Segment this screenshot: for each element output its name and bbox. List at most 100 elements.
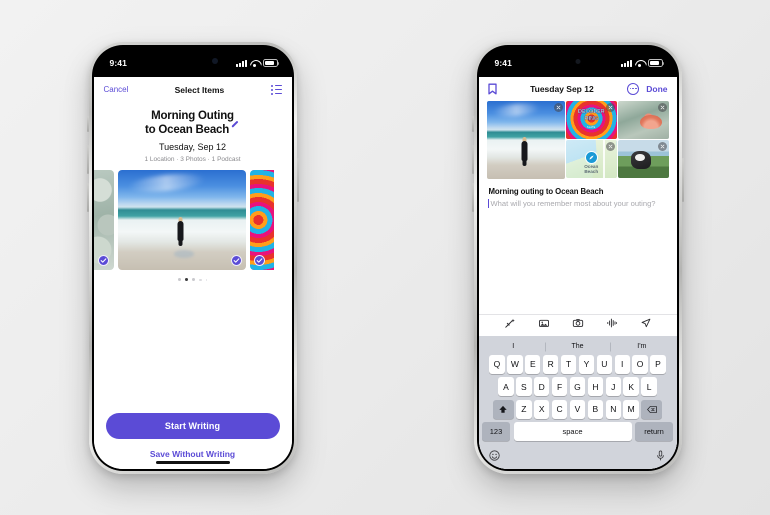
silent-switch[interactable] bbox=[471, 115, 474, 132]
page-dot[interactable] bbox=[192, 278, 196, 282]
status-bar-right: 9:41 bbox=[478, 46, 677, 77]
podcast-title-line1: DECODER bbox=[577, 109, 605, 116]
return-key[interactable]: return bbox=[635, 422, 673, 441]
media-dog-on-trail-photo[interactable] bbox=[618, 140, 669, 178]
note-editor[interactable]: Morning outing to Ocean Beach What will … bbox=[479, 179, 677, 210]
key-t[interactable]: T bbox=[560, 354, 577, 374]
key-v[interactable]: V bbox=[569, 399, 586, 419]
volume-up-button[interactable] bbox=[86, 144, 89, 174]
key-y[interactable]: Y bbox=[578, 354, 595, 374]
key-f[interactable]: F bbox=[551, 377, 568, 396]
carousel-page-dots[interactable] bbox=[94, 270, 292, 282]
outing-title-line2: to Ocean Beach bbox=[144, 123, 230, 136]
carousel-item-rocks-photo[interactable] bbox=[93, 170, 114, 271]
key-o[interactable]: O bbox=[632, 354, 648, 374]
device-bezel: 9:41 Tuesday Sep 12 Done DECODER RING SL… bbox=[476, 44, 679, 471]
emoji-smiley-icon[interactable] bbox=[489, 448, 500, 466]
note-title[interactable]: Morning outing to Ocean Beach bbox=[489, 187, 667, 196]
key-e[interactable]: E bbox=[525, 354, 541, 374]
key-i[interactable]: I bbox=[614, 354, 630, 374]
input-accessory-toolbar bbox=[478, 313, 677, 336]
home-indicator[interactable] bbox=[155, 460, 230, 464]
close-icon[interactable] bbox=[657, 142, 667, 151]
text-caret bbox=[487, 198, 489, 208]
wifi-icon bbox=[635, 59, 645, 68]
volume-down-button[interactable] bbox=[86, 182, 89, 212]
volume-down-button[interactable] bbox=[471, 182, 474, 212]
camera-icon[interactable] bbox=[572, 316, 584, 334]
list-bullet-icon[interactable] bbox=[270, 84, 282, 95]
key-j[interactable]: J bbox=[605, 377, 621, 396]
power-button[interactable] bbox=[681, 157, 684, 202]
key-q[interactable]: Q bbox=[489, 354, 505, 374]
bookmark-icon[interactable] bbox=[487, 83, 497, 95]
ellipsis-circle-icon[interactable] bbox=[627, 82, 640, 95]
backspace-icon[interactable] bbox=[641, 399, 663, 419]
key-u[interactable]: U bbox=[596, 354, 613, 374]
key-k[interactable]: K bbox=[623, 377, 639, 396]
prediction-item-3[interactable]: I'm bbox=[610, 343, 674, 350]
media-seashell-photo[interactable] bbox=[618, 100, 669, 139]
photo-library-icon[interactable] bbox=[538, 316, 550, 334]
send-arrow-icon[interactable] bbox=[640, 316, 652, 334]
key-n[interactable]: N bbox=[605, 399, 621, 419]
key-g[interactable]: G bbox=[569, 377, 586, 396]
start-writing-button[interactable]: Start Writing bbox=[105, 412, 280, 439]
app-viewport-left: Cancel Select Items Morning Outing to Oc… bbox=[93, 76, 292, 469]
key-h[interactable]: H bbox=[587, 377, 604, 396]
page-dot-active[interactable] bbox=[184, 278, 188, 282]
power-button[interactable] bbox=[296, 157, 299, 202]
selected-check-icon[interactable] bbox=[97, 255, 109, 267]
prediction-item-2[interactable]: The bbox=[545, 343, 609, 350]
close-icon[interactable] bbox=[553, 102, 563, 112]
media-ocean-beach-map[interactable]: Ocean Beach bbox=[566, 140, 617, 178]
media-beach-surfer-photo[interactable] bbox=[486, 100, 565, 179]
status-time: 9:41 bbox=[494, 58, 512, 68]
key-c[interactable]: C bbox=[551, 399, 568, 419]
key-s[interactable]: S bbox=[516, 377, 532, 396]
key-l[interactable]: L bbox=[641, 377, 657, 396]
key-b[interactable]: B bbox=[587, 399, 604, 419]
software-keyboard[interactable]: I The I'm Q W E R T Y U I O P A S D F G … bbox=[478, 335, 677, 469]
cancel-button[interactable]: Cancel bbox=[104, 85, 129, 94]
key-a[interactable]: A bbox=[498, 377, 514, 396]
keyboard-row-3: Z X C V B N M bbox=[481, 399, 674, 419]
dog-marking bbox=[635, 153, 646, 162]
prediction-item-1[interactable]: I bbox=[481, 343, 545, 350]
pencil-icon[interactable] bbox=[231, 125, 240, 134]
carousel-item-decoder-ring-podcast-art[interactable] bbox=[249, 170, 274, 271]
selected-check-icon[interactable] bbox=[230, 255, 242, 267]
microphone-icon[interactable] bbox=[655, 448, 666, 466]
media-carousel[interactable] bbox=[93, 170, 292, 271]
key-d[interactable]: D bbox=[534, 377, 550, 396]
media-row-bottom: Ocean Beach bbox=[566, 140, 669, 178]
selected-check-icon[interactable] bbox=[253, 255, 265, 267]
podcast-network-label: SLATE bbox=[587, 125, 596, 129]
close-icon[interactable] bbox=[605, 142, 615, 151]
close-icon[interactable] bbox=[605, 102, 615, 112]
key-m[interactable]: M bbox=[623, 399, 639, 419]
done-button[interactable]: Done bbox=[646, 84, 667, 94]
shift-icon[interactable] bbox=[492, 399, 514, 419]
close-icon[interactable] bbox=[657, 102, 667, 112]
key-r[interactable]: R bbox=[542, 354, 559, 374]
page-dot[interactable] bbox=[177, 278, 181, 282]
media-decoder-ring-podcast-art[interactable]: DECODER RING SLATE bbox=[566, 100, 617, 139]
note-text-input[interactable]: What will you remember most about your o… bbox=[487, 198, 667, 210]
device-bezel: 9:41 Cancel Select Items Morning Outing … bbox=[91, 44, 294, 471]
volume-up-button[interactable] bbox=[471, 144, 474, 174]
key-z[interactable]: Z bbox=[516, 399, 532, 419]
app-viewport-right: Tuesday Sep 12 Done DECODER RING SLATE O… bbox=[478, 76, 677, 469]
page-dot[interactable] bbox=[199, 278, 202, 282]
space-key[interactable]: space bbox=[513, 422, 632, 441]
page-dot[interactable] bbox=[205, 278, 208, 281]
key-p[interactable]: P bbox=[650, 354, 666, 374]
magic-wand-icon[interactable] bbox=[504, 316, 516, 334]
carousel-item-beach-surfer-photo[interactable] bbox=[117, 170, 246, 271]
save-without-writing-button[interactable]: Save Without Writing bbox=[106, 449, 280, 459]
numeric-key[interactable]: 123 bbox=[482, 422, 510, 441]
key-w[interactable]: W bbox=[507, 354, 523, 374]
silent-switch[interactable] bbox=[86, 115, 89, 132]
audio-waveform-icon[interactable] bbox=[606, 316, 618, 334]
key-x[interactable]: X bbox=[534, 399, 550, 419]
